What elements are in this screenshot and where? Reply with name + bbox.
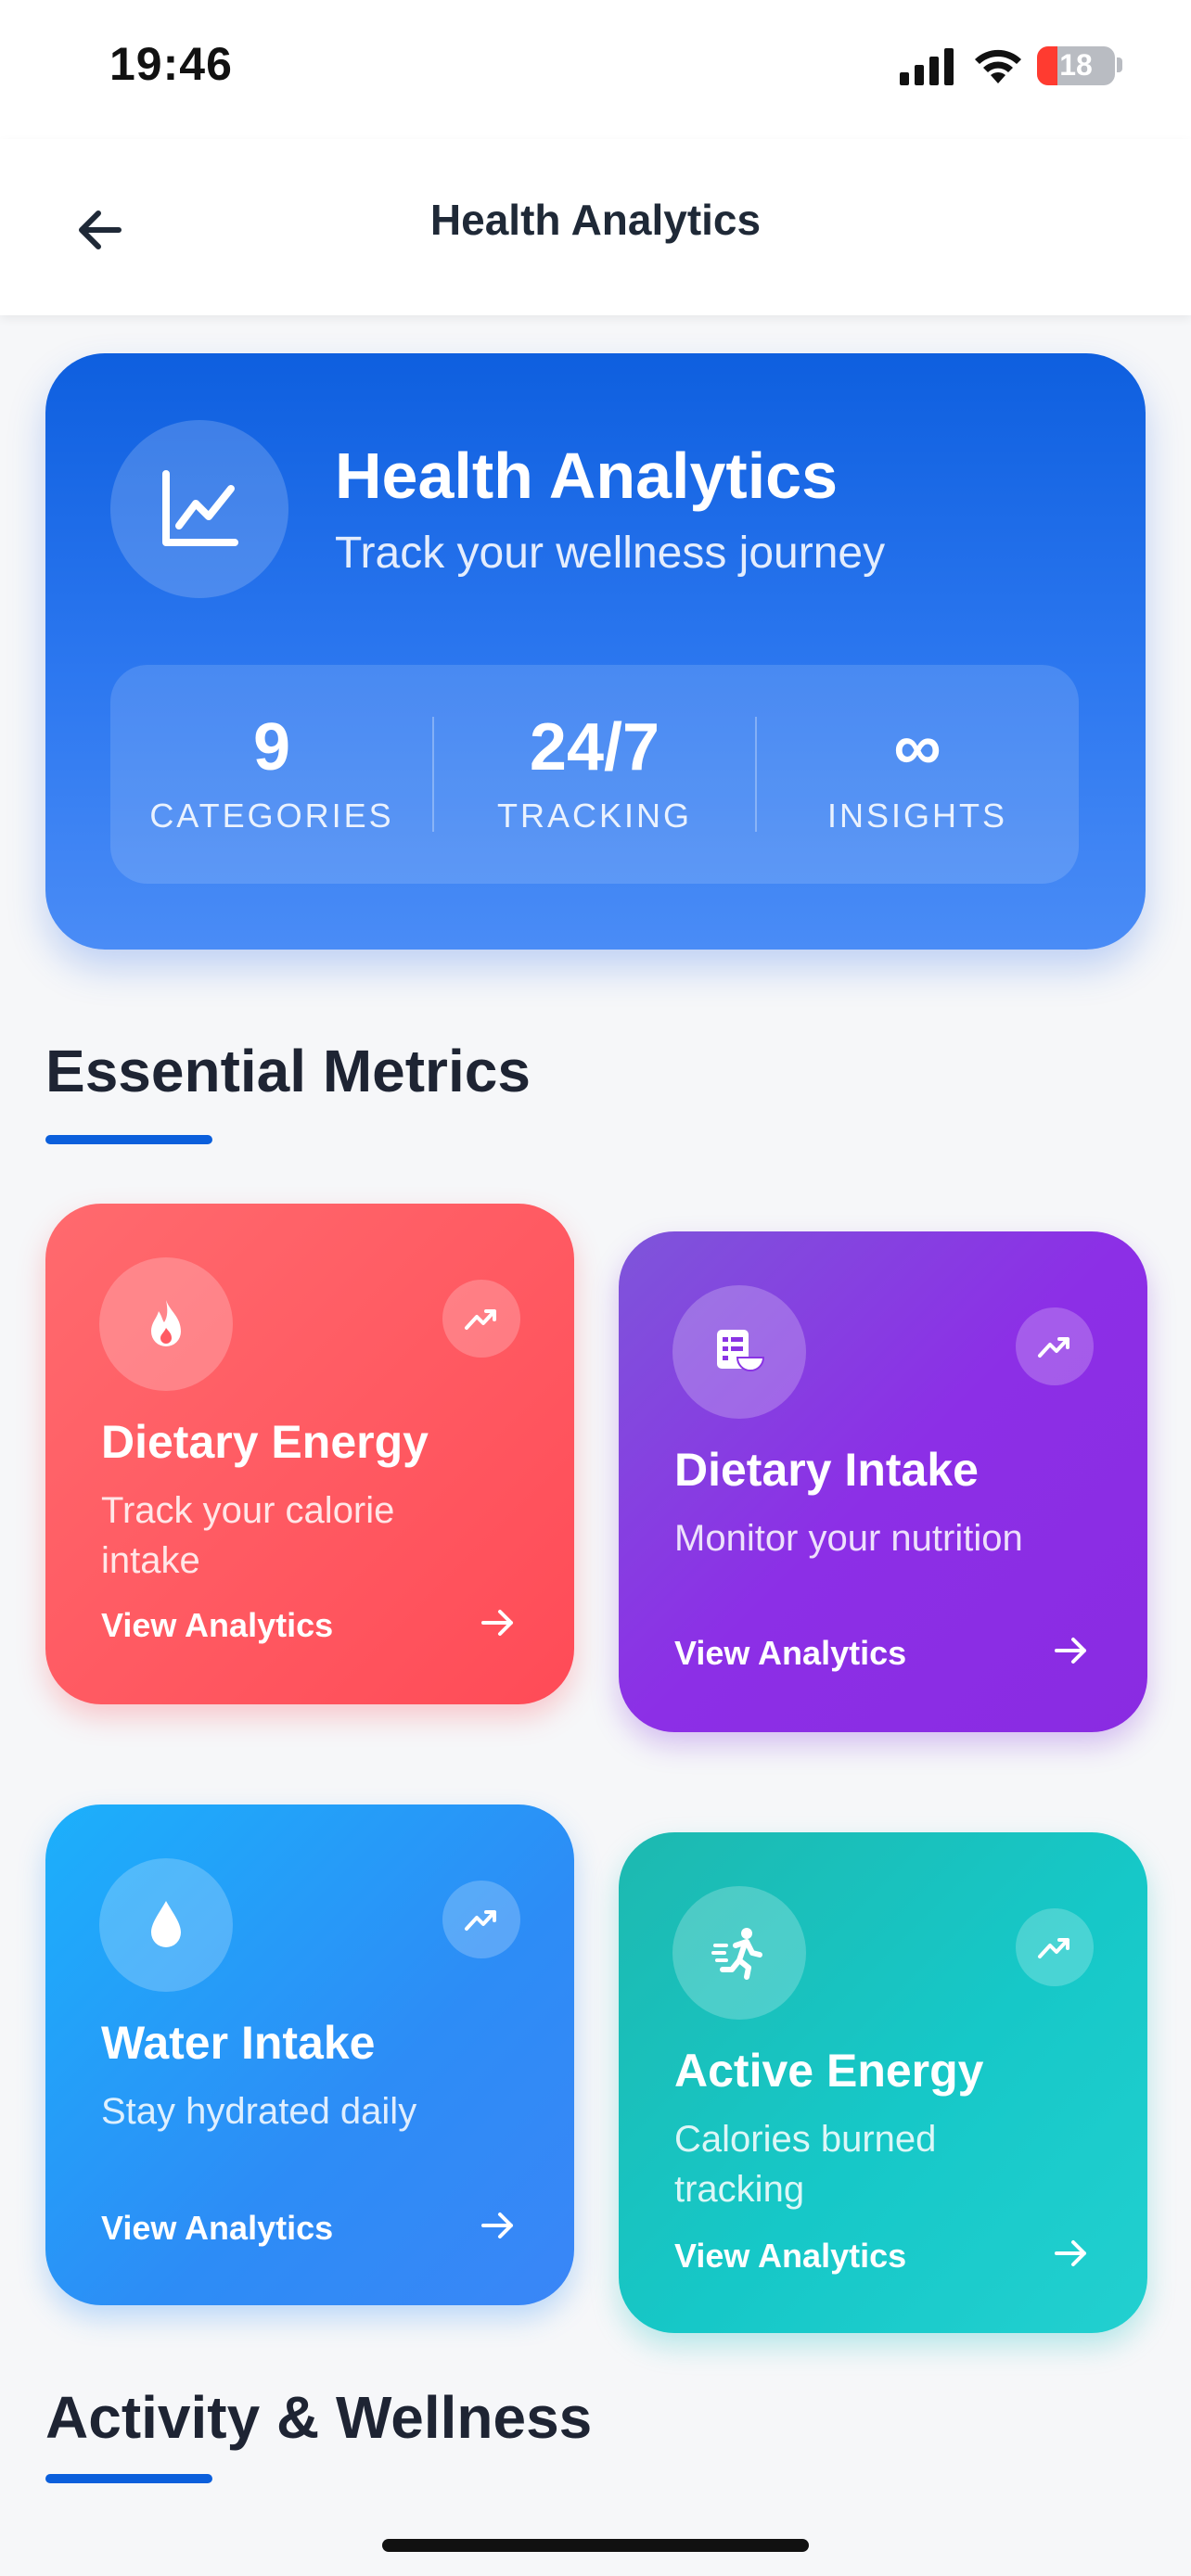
section-title-essential: Essential Metrics	[45, 1038, 531, 1104]
battery-level: 18	[1059, 48, 1093, 82]
section-underline	[45, 2474, 212, 2483]
trending-up-icon	[1038, 1337, 1069, 1358]
trend-button[interactable]	[1016, 1307, 1094, 1385]
view-analytics-link[interactable]: View Analytics	[101, 2209, 333, 2248]
card-title: Dietary Intake	[674, 1444, 979, 1496]
trending-up-icon	[465, 1309, 496, 1330]
status-bar: 19:46 18	[0, 0, 1191, 139]
battery-cap	[1117, 57, 1122, 72]
battery-icon: 18	[1037, 46, 1115, 85]
card-water-intake[interactable]: Water Intake Stay hydrated daily View An…	[45, 1804, 574, 2305]
status-time: 19:46	[109, 38, 233, 90]
stat-value: 24/7	[529, 710, 660, 784]
trending-up-icon	[465, 1910, 496, 1931]
card-icon-circle	[672, 1886, 806, 2020]
stat-categories: 9 CATEGORIES	[110, 665, 433, 884]
arrow-right-icon[interactable]	[478, 1602, 519, 1643]
trending-up-icon	[1038, 1938, 1069, 1958]
card-description: Track your calorie intake	[101, 1490, 395, 1581]
flame-icon	[151, 1300, 181, 1346]
card-icon-circle	[672, 1285, 806, 1419]
card-icon-circle	[99, 1858, 233, 1992]
nav-title: Health Analytics	[429, 196, 762, 244]
hero-stats: 9 CATEGORIES 24/7 TRACKING ∞ INSIGHTS	[110, 665, 1079, 884]
card-description: Calories burned tracking	[674, 2119, 937, 2210]
hero-card: Health Analytics Track your wellness jou…	[45, 353, 1146, 950]
stat-label: INSIGHTS	[826, 797, 1007, 835]
arrow-right-icon[interactable]	[1051, 2233, 1092, 2274]
card-description: Monitor your nutrition	[674, 1518, 1023, 1559]
hero-subtitle: Track your wellness journey	[335, 529, 886, 578]
card-dietary-intake[interactable]: Dietary Intake Monitor your nutrition Vi…	[619, 1231, 1147, 1732]
stat-tracking: 24/7 TRACKING	[433, 665, 756, 884]
arrow-right-icon[interactable]	[478, 2205, 519, 2246]
stat-insights: ∞ INSIGHTS	[756, 665, 1079, 884]
stat-label: TRACKING	[496, 797, 692, 835]
signal-icon	[900, 48, 954, 85]
section-title-activity: Activity & Wellness	[45, 2384, 593, 2451]
trend-button[interactable]	[1016, 1908, 1094, 1986]
running-icon	[711, 1928, 762, 1980]
hero-title: Health Analytics	[335, 440, 839, 512]
stat-value: ∞	[893, 710, 941, 784]
view-analytics-link[interactable]: View Analytics	[101, 1606, 333, 1645]
card-active-energy[interactable]: Active Energy Calories burned tracking V…	[619, 1832, 1147, 2333]
card-dietary-energy[interactable]: Dietary Energy Track your calorie intake…	[45, 1204, 574, 1704]
view-analytics-link[interactable]: View Analytics	[674, 1634, 906, 1673]
card-title: Dietary Energy	[101, 1416, 429, 1468]
card-description: Stay hydrated daily	[101, 2091, 417, 2132]
view-analytics-link[interactable]: View Analytics	[674, 2237, 906, 2276]
card-title: Water Intake	[101, 2017, 376, 2069]
trend-button[interactable]	[442, 1280, 520, 1358]
chart-line-icon	[162, 470, 238, 546]
section-underline	[45, 1135, 212, 1144]
water-drop-icon	[151, 1901, 181, 1947]
wifi-icon	[975, 49, 1021, 83]
trend-button[interactable]	[442, 1881, 520, 1958]
stat-value: 9	[252, 710, 291, 784]
nav-bar: Health Analytics	[0, 139, 1191, 315]
card-icon-circle	[99, 1257, 233, 1391]
stat-label: CATEGORIES	[149, 797, 394, 835]
arrow-right-icon[interactable]	[1051, 1630, 1092, 1671]
hero-icon-circle	[110, 420, 288, 598]
card-title: Active Energy	[674, 2045, 984, 2097]
nutrition-icon	[717, 1330, 765, 1371]
home-indicator[interactable]	[382, 2539, 809, 2552]
